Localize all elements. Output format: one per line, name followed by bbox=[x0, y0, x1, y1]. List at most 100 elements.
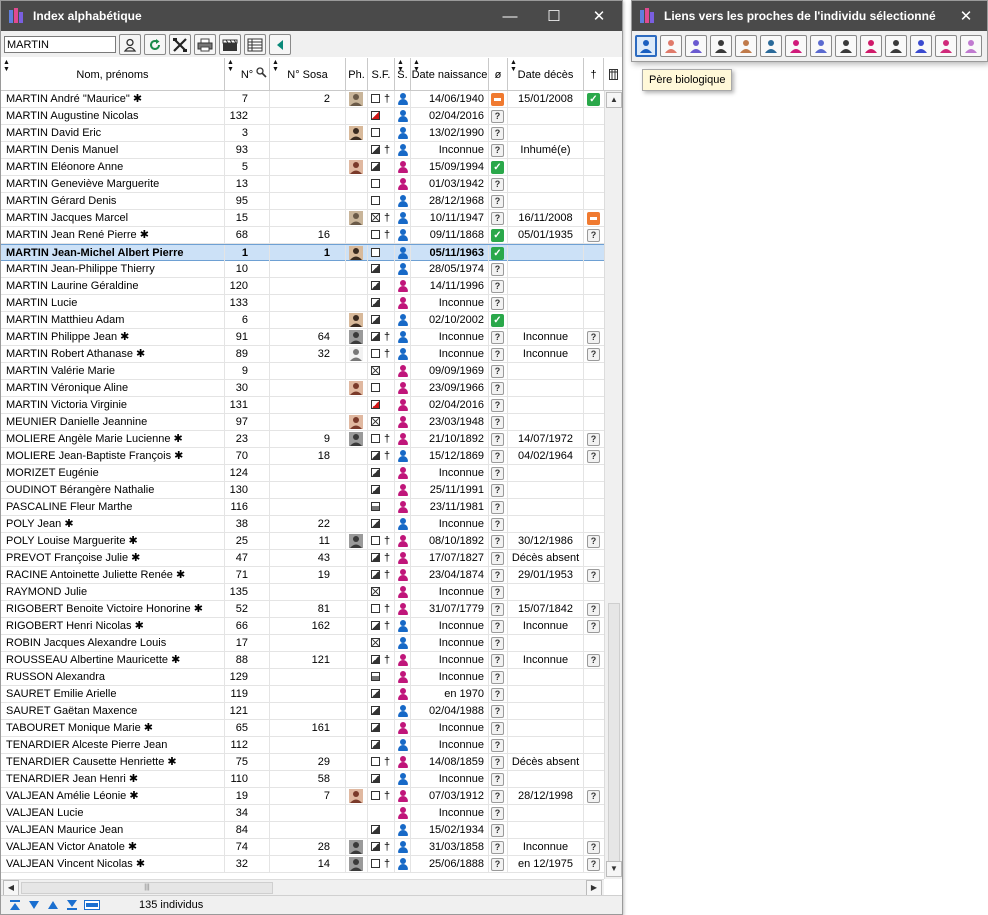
photo-thumbnail[interactable] bbox=[349, 313, 363, 327]
father-icon[interactable] bbox=[635, 35, 657, 57]
scroll-right-icon[interactable]: ▶ bbox=[586, 880, 602, 896]
last-record-icon[interactable] bbox=[64, 898, 80, 912]
parents-icon[interactable] bbox=[685, 35, 707, 57]
column-chooser-icon[interactable] bbox=[604, 58, 622, 91]
col-dagger-header[interactable]: † bbox=[584, 58, 604, 91]
minimize-button[interactable]: — bbox=[488, 1, 532, 31]
previous-record-icon[interactable] bbox=[45, 898, 61, 912]
col-sosa-header[interactable]: ▲ ▼ N° Sosa bbox=[270, 58, 346, 91]
collapse-left-icon[interactable] bbox=[269, 34, 291, 55]
table-row[interactable]: RACINE Antoinette Juliette Renée ✱ 71 19 † 2… bbox=[1, 567, 604, 584]
table-row[interactable]: MARTIN Laurine Géraldine 120 14/11/1996? bbox=[1, 278, 604, 295]
table-row[interactable]: VALJEAN Victor Anatole ✱ 74 28 † 31/03/1858?… bbox=[1, 839, 604, 856]
mother-icon[interactable] bbox=[660, 35, 682, 57]
refresh-icon[interactable] bbox=[144, 34, 166, 55]
table-row[interactable]: TABOURET Monique Marie ✱ 65 161 Inconnue? bbox=[1, 720, 604, 737]
table-row[interactable]: VALJEAN Vincent Nicolas ✱ 32 14 † 25/06/1888… bbox=[1, 856, 604, 873]
table-icon[interactable] bbox=[244, 34, 266, 55]
table-row[interactable]: RUSSON Alexandra 129 Inconnue? bbox=[1, 669, 604, 686]
col-photo-header[interactable]: Ph. bbox=[346, 58, 368, 91]
table-row[interactable]: MARTIN Augustine Nicolas 132 02/04/2016? bbox=[1, 108, 604, 125]
table-row[interactable]: MARTIN Jean-Michel Albert Pierre 1 1 05/11/… bbox=[1, 244, 604, 261]
table-row[interactable]: MARTIN Eléonore Anne 5 15/09/1994 ✓ bbox=[1, 159, 604, 176]
photo-thumbnail[interactable] bbox=[349, 840, 363, 854]
tools-icon[interactable] bbox=[169, 34, 191, 55]
col-name-header[interactable]: ▲ ▼ Nom, prénoms bbox=[1, 58, 225, 91]
table-row[interactable]: MOLIERE Angèle Marie Lucienne ✱ 23 9 † 21/10… bbox=[1, 431, 604, 448]
ring-icon[interactable] bbox=[785, 35, 807, 57]
photo-thumbnail[interactable] bbox=[349, 381, 363, 395]
scroll-up-icon[interactable]: ▲ bbox=[606, 92, 622, 108]
table-row[interactable]: MARTIN Philippe Jean ✱ 91 64 † Inconnue? Inco… bbox=[1, 329, 604, 346]
vertical-scrollbar[interactable]: ▲ ▼ bbox=[604, 91, 622, 879]
next-record-icon[interactable] bbox=[26, 898, 42, 912]
table-row[interactable]: RAYMOND Julie 135 Inconnue? bbox=[1, 584, 604, 601]
siblings-icon[interactable] bbox=[710, 35, 732, 57]
print-icon[interactable] bbox=[194, 34, 216, 55]
maximize-button[interactable]: ☐ bbox=[532, 1, 576, 31]
photo-thumbnail[interactable] bbox=[349, 92, 363, 106]
col-o-header[interactable]: ø bbox=[489, 58, 508, 91]
table-row[interactable]: MARTIN Jean René Pierre ✱ 68 16 † 09/11/1868… bbox=[1, 227, 604, 244]
table-row[interactable]: MARTIN Matthieu Adam 6 02/10/2002 ✓ bbox=[1, 312, 604, 329]
table-row[interactable]: POLY Louise Marguerite ✱ 25 11 † 08/10/1892?… bbox=[1, 533, 604, 550]
photo-thumbnail[interactable] bbox=[349, 432, 363, 446]
table-row[interactable]: SAURET Gaëtan Maxence 121 02/04/1988? bbox=[1, 703, 604, 720]
photo-thumbnail[interactable] bbox=[349, 246, 363, 260]
table-row[interactable]: TENARDIER Jean Henri ✱ 110 58 Inconnue? bbox=[1, 771, 604, 788]
table-row[interactable]: MARTIN Robert Athanase ✱ 89 32 † Inconnue? In… bbox=[1, 346, 604, 363]
photo-thumbnail[interactable] bbox=[349, 789, 363, 803]
table-row[interactable]: TENARDIER Causette Henriette ✱ 75 29 † 14/08… bbox=[1, 754, 604, 771]
table-row[interactable]: MARTIN Jean-Philippe Thierry 10 28/05/1974… bbox=[1, 261, 604, 278]
col-sf-header[interactable]: S.F. bbox=[368, 58, 395, 91]
scroll-left-icon[interactable]: ◀ bbox=[3, 880, 19, 896]
close-button[interactable]: ✕ bbox=[577, 1, 621, 31]
close-button[interactable]: ✕ bbox=[948, 1, 984, 31]
search-input[interactable] bbox=[4, 36, 116, 53]
table-row[interactable]: PASCALINE Fleur Marthe 116 23/11/1981? bbox=[1, 499, 604, 516]
table-row[interactable]: SAURET Emilie Arielle 119 en 1970? bbox=[1, 686, 604, 703]
couple-icon[interactable] bbox=[735, 35, 757, 57]
col-sex-header[interactable]: ▲ ▼ S. bbox=[395, 58, 411, 91]
tree-chart-icon[interactable] bbox=[960, 35, 982, 57]
photo-thumbnail[interactable] bbox=[349, 415, 363, 429]
photo-thumbnail[interactable] bbox=[349, 330, 363, 344]
table-row[interactable]: MARTIN Gérard Denis 95 28/12/1968? bbox=[1, 193, 604, 210]
scroll-down-icon[interactable]: ▼ bbox=[606, 861, 622, 877]
family-icon[interactable] bbox=[810, 35, 832, 57]
table-row[interactable]: VALJEAN Amélie Léonie ✱ 19 7 † 07/03/1912? 28… bbox=[1, 788, 604, 805]
ancestors-icon[interactable] bbox=[935, 35, 957, 57]
horizontal-scrollbar[interactable]: ◀ ||| ▶ bbox=[1, 879, 604, 896]
grandparents-icon[interactable] bbox=[835, 35, 857, 57]
table-row[interactable]: ROUSSEAU Albertine Mauricette ✱ 88 121 † Inc… bbox=[1, 652, 604, 669]
table-row[interactable]: PREVOT Françoise Julie ✱ 47 43 † 17/07/1827?… bbox=[1, 550, 604, 567]
descendants-icon[interactable] bbox=[910, 35, 932, 57]
photo-thumbnail[interactable] bbox=[349, 347, 363, 361]
vertical-scroll-thumb[interactable] bbox=[608, 603, 620, 863]
table-row[interactable]: VALJEAN Maurice Jean 84 15/02/1934? bbox=[1, 822, 604, 839]
children-icon[interactable] bbox=[760, 35, 782, 57]
table-row[interactable]: VALJEAN Lucie 34 Inconnue? bbox=[1, 805, 604, 822]
photo-thumbnail[interactable] bbox=[349, 160, 363, 174]
table-row[interactable]: MARTIN Lucie 133 Inconnue? bbox=[1, 295, 604, 312]
col-birth-header[interactable]: ▲ ▼ Date naissance bbox=[411, 58, 489, 91]
photo-thumbnail[interactable] bbox=[349, 211, 363, 225]
table-row[interactable]: MARTIN Valérie Marie 9 09/09/1969? bbox=[1, 363, 604, 380]
person-search-icon[interactable] bbox=[119, 34, 141, 55]
cousins-icon[interactable] bbox=[885, 35, 907, 57]
first-record-icon[interactable] bbox=[7, 898, 23, 912]
table-row[interactable]: MARTIN Victoria Virginie 131 02/04/2016? bbox=[1, 397, 604, 414]
table-row[interactable]: ROBIN Jacques Alexandre Louis 17 Inconnue? bbox=[1, 635, 604, 652]
clapperboard-icon[interactable] bbox=[219, 34, 241, 55]
table-row[interactable]: OUDINOT Bérangère Nathalie 130 25/11/1991? bbox=[1, 482, 604, 499]
photo-thumbnail[interactable] bbox=[349, 857, 363, 871]
table-row[interactable]: POLY Jean ✱ 38 22 Inconnue? bbox=[1, 516, 604, 533]
table-row[interactable]: MOLIERE Jean-Baptiste François ✱ 70 18 † 15/… bbox=[1, 448, 604, 465]
table-row[interactable]: MARTIN Denis Manuel 93 † Inconnue? Inhumé(e) bbox=[1, 142, 604, 159]
photo-thumbnail[interactable] bbox=[349, 126, 363, 140]
selection-bar-icon[interactable] bbox=[83, 898, 101, 912]
photo-thumbnail[interactable] bbox=[349, 534, 363, 548]
table-row[interactable]: TENARDIER Alceste Pierre Jean 112 Inconnue… bbox=[1, 737, 604, 754]
table-row[interactable]: MEUNIER Danielle Jeannine 97 23/03/1948? bbox=[1, 414, 604, 431]
col-death-header[interactable]: ▲ ▼ Date décès bbox=[508, 58, 584, 91]
